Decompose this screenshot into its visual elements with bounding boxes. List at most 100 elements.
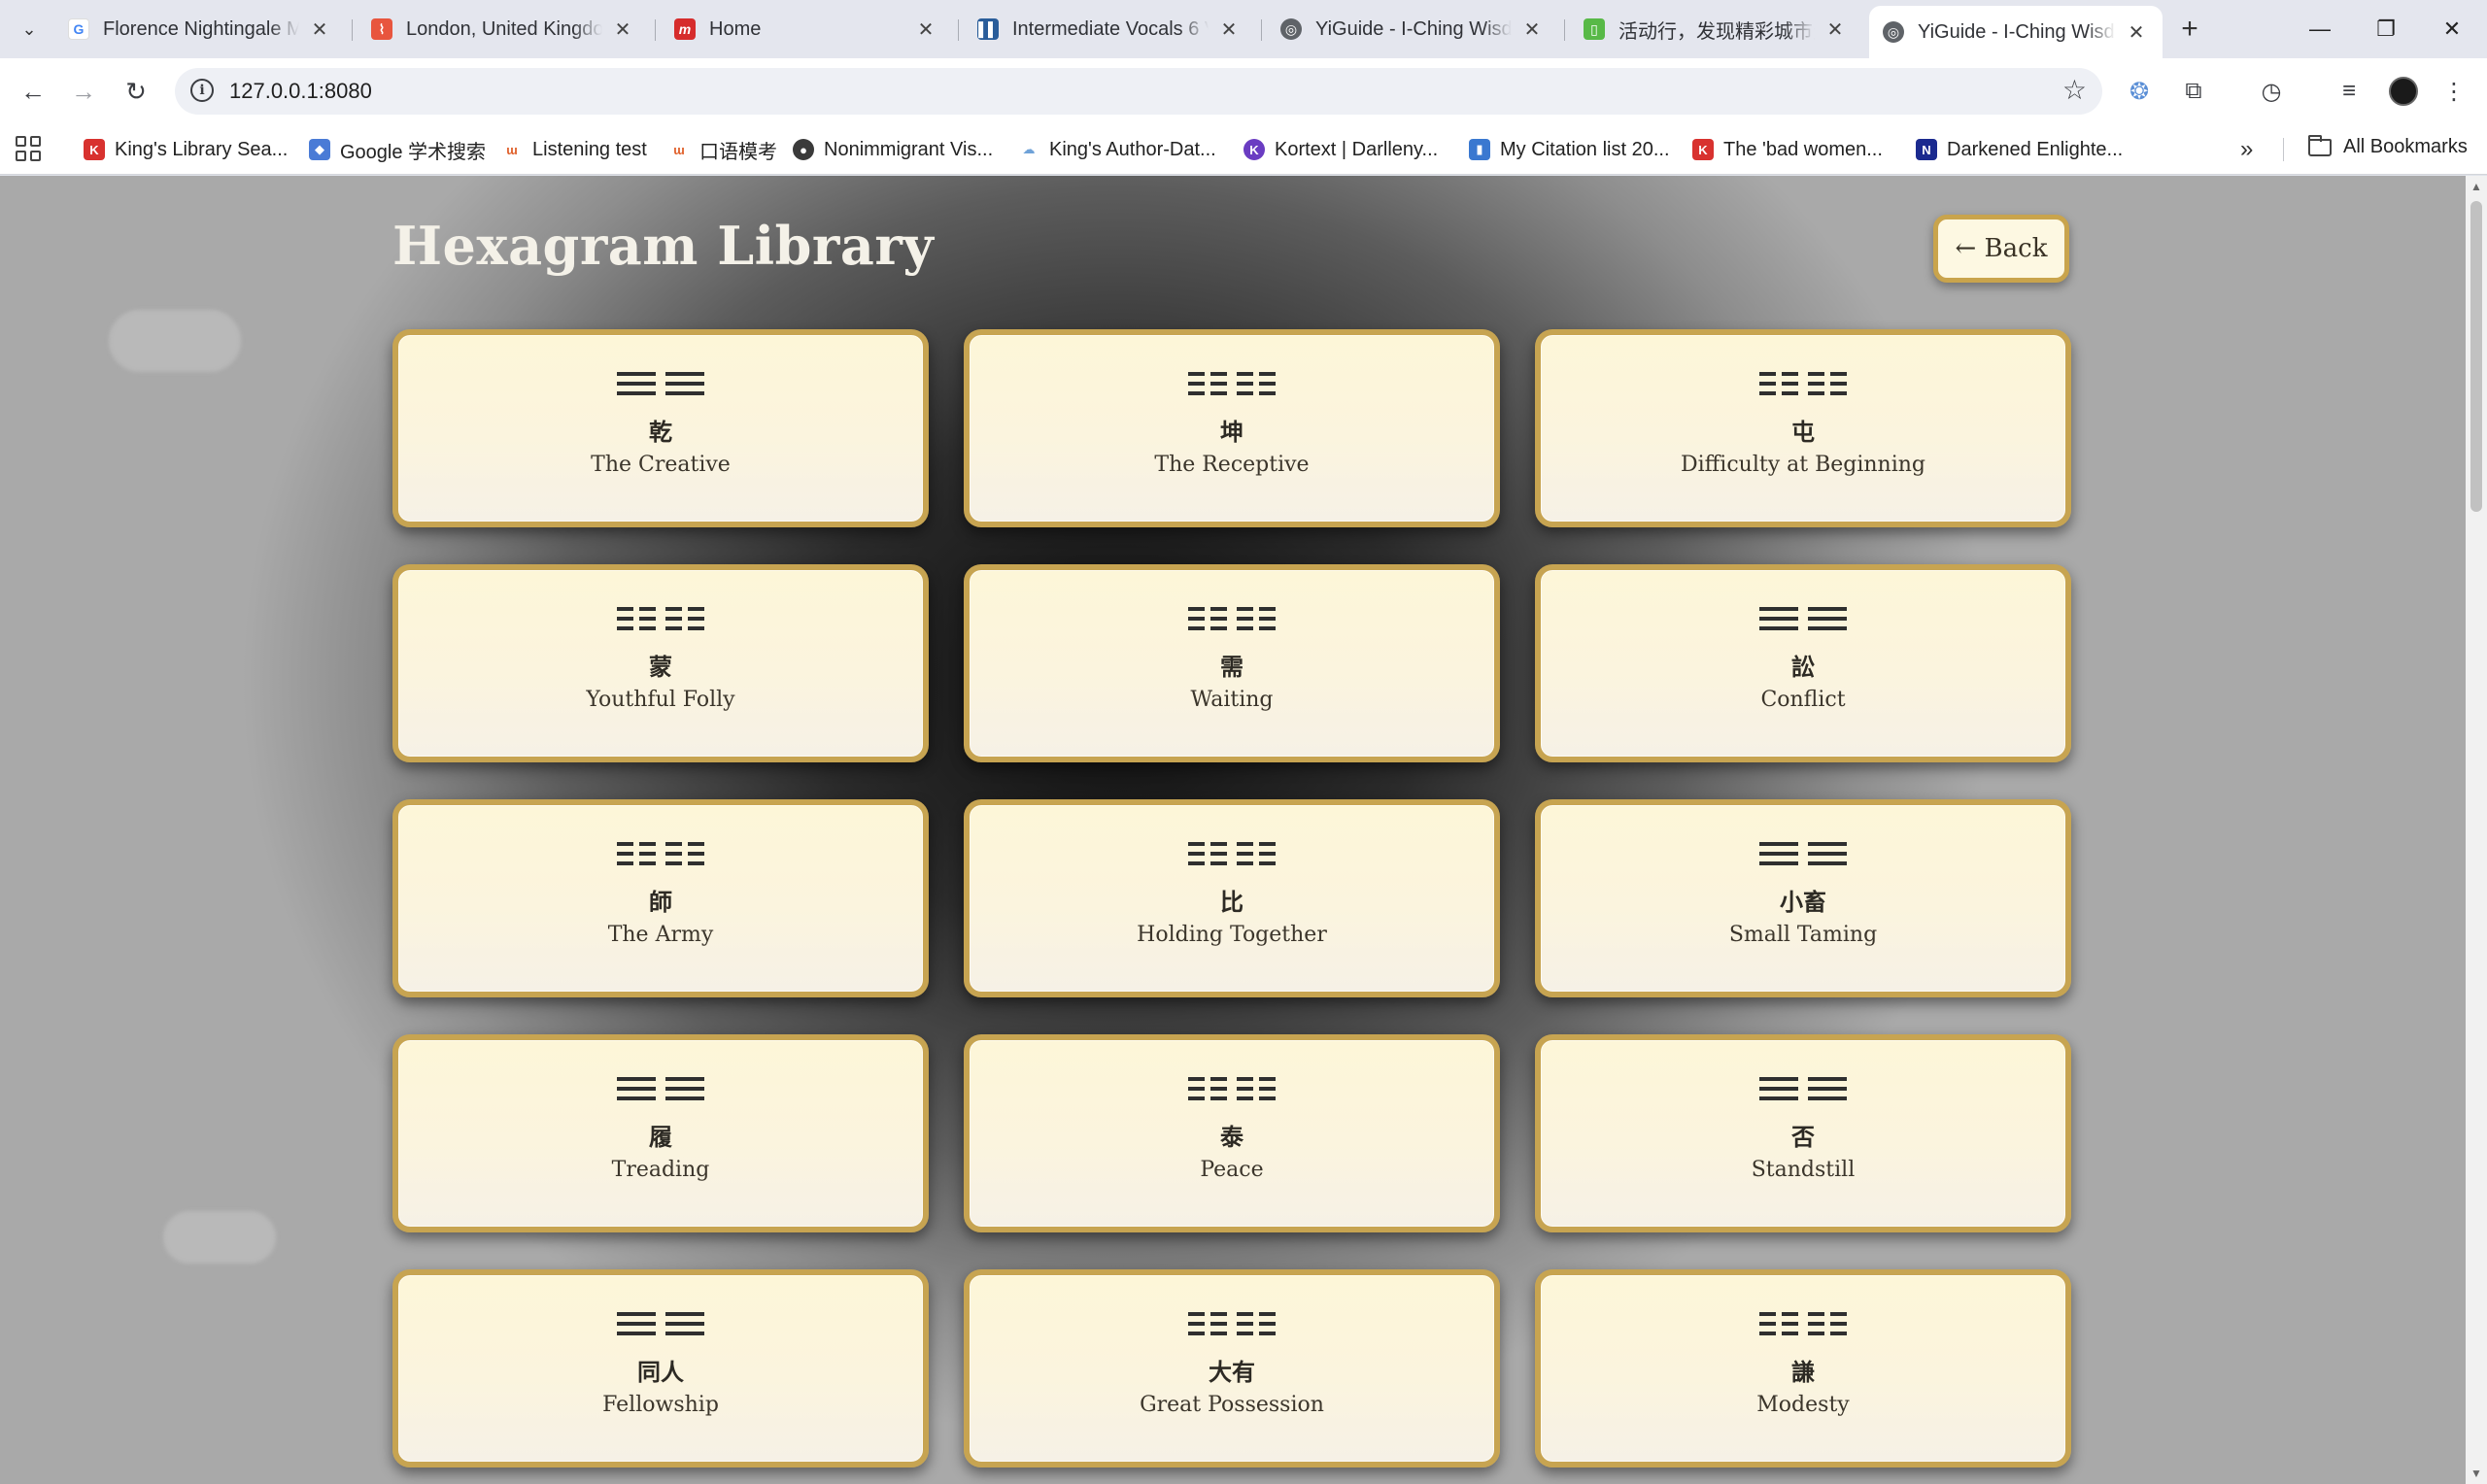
- tab-3[interactable]: m Home ✕: [661, 8, 952, 51]
- hexagram-card[interactable]: 乾 The Creative: [392, 329, 929, 527]
- bookmark-item[interactable]: ɯ 口语模考: [668, 136, 777, 163]
- tab-title: 活动行，发现精彩城市生: [1618, 20, 1815, 43]
- extension-globe-icon[interactable]: ❂: [2122, 74, 2157, 109]
- url-text[interactable]: 127.0.0.1:8080: [229, 79, 372, 104]
- hexagram-english-name: Holding Together: [1137, 923, 1327, 947]
- hexagram-chinese-name: 謙: [1791, 1359, 1815, 1386]
- menu-kebab-icon[interactable]: ⋮: [2436, 74, 2471, 109]
- bookmark-item[interactable]: N Darkened Enlighte...: [1916, 136, 2123, 163]
- address-bar[interactable]: i 127.0.0.1:8080 ☆: [175, 68, 2102, 115]
- hexagram-chinese-name: 屯: [1791, 419, 1815, 446]
- hexagram-card[interactable]: 屯 Difficulty at Beginning: [1535, 329, 2071, 527]
- close-icon[interactable]: ✕: [610, 17, 635, 42]
- close-icon[interactable]: ✕: [1823, 17, 1848, 42]
- hexagram-symbol-icon: [1759, 607, 1847, 630]
- bookmark-item[interactable]: K King's Library Sea...: [84, 136, 288, 163]
- hexagram-english-name: Waiting: [1190, 688, 1274, 712]
- cloud-decoration: [109, 310, 241, 372]
- hexagram-english-name: Fellowship: [602, 1393, 719, 1417]
- hexagram-symbol-icon: [617, 372, 704, 395]
- globe-icon: ◎: [1280, 18, 1302, 40]
- hexagram-english-name: The Receptive: [1154, 453, 1310, 477]
- avatar[interactable]: [2386, 74, 2421, 109]
- page-title: Hexagram Library: [392, 215, 935, 277]
- hexagram-symbol-icon: [1759, 372, 1847, 395]
- bookmark-item[interactable]: K Kortext | Darlleny...: [1244, 136, 1438, 163]
- hexagram-card[interactable]: 蒙 Youthful Folly: [392, 564, 929, 762]
- chevron-double-right-icon[interactable]: »: [2240, 136, 2253, 163]
- back-button[interactable]: ← Back: [1933, 215, 2069, 283]
- bookmark-item[interactable]: ɯ Listening test: [501, 136, 647, 163]
- bookmark-item[interactable]: ☁ King's Author-Dat...: [1018, 136, 1216, 163]
- apps-grid-icon[interactable]: [16, 136, 41, 161]
- close-icon[interactable]: ✕: [913, 17, 938, 42]
- tab-6[interactable]: ▯ 活动行，发现精彩城市生 ✕: [1570, 8, 1861, 51]
- hexagram-chinese-name: 坤: [1220, 419, 1244, 446]
- close-icon[interactable]: ✕: [307, 17, 332, 42]
- close-icon[interactable]: ✕: [1519, 17, 1545, 42]
- hexagram-card[interactable]: 否 Standstill: [1535, 1034, 2071, 1232]
- hexagram-chinese-name: 否: [1791, 1124, 1815, 1151]
- reload-icon[interactable]: ↻: [117, 72, 155, 111]
- hexagram-english-name: The Army: [607, 923, 714, 947]
- tab-title: London, United Kingdo: [406, 17, 602, 40]
- site-info-icon[interactable]: i: [190, 79, 214, 102]
- hexagram-card[interactable]: 小畜 Small Taming: [1535, 799, 2071, 997]
- tab-divider: [1261, 19, 1262, 41]
- hexagram-card[interactable]: 坤 The Receptive: [964, 329, 1500, 527]
- hexagram-card[interactable]: 大有 Great Possession: [964, 1269, 1500, 1467]
- minimize-icon[interactable]: —: [2287, 0, 2353, 58]
- tab-4[interactable]: ▌▌ Intermediate Vocals 6 V ✕: [964, 8, 1255, 51]
- globe-icon: ◎: [1883, 21, 1904, 43]
- bookmark-item[interactable]: ◆ Google 学术搜索: [309, 136, 486, 163]
- hexagram-english-name: Conflict: [1760, 688, 1846, 712]
- tab-title: Florence Nightingale M: [103, 17, 299, 40]
- scroll-down-icon[interactable]: ▼: [2470, 1467, 2482, 1480]
- tab-active[interactable]: ◎ YiGuide - I-Ching Wisd ✕: [1869, 6, 2163, 58]
- hexagram-card[interactable]: 師 The Army: [392, 799, 929, 997]
- scrollbar-thumb[interactable]: [2470, 201, 2482, 512]
- hexagram-grid: 乾 The Creative 坤 The Receptive 屯 Difficulty a…: [392, 329, 2071, 1467]
- hexagram-card[interactable]: 泰 Peace: [964, 1034, 1500, 1232]
- tab-divider: [958, 19, 959, 41]
- back-arrow-icon[interactable]: ←: [14, 72, 52, 111]
- forward-arrow-icon[interactable]: →: [64, 72, 103, 111]
- new-tab-icon[interactable]: +: [2172, 12, 2207, 47]
- media-control-icon[interactable]: ≡: [2332, 74, 2367, 109]
- seal-icon: ●: [793, 139, 814, 160]
- tab-5[interactable]: ◎ YiGuide - I-Ching Wisd ✕: [1267, 8, 1558, 51]
- page-scrollbar[interactable]: ▲ ▼: [2466, 176, 2487, 1484]
- tab-divider: [655, 19, 656, 41]
- tab-search-icon[interactable]: ⌄: [14, 14, 45, 45]
- hexagram-english-name: Great Possession: [1140, 1393, 1324, 1417]
- bookmark-label: Nonimmigrant Vis...: [824, 138, 994, 160]
- close-icon[interactable]: ✕: [2124, 19, 2149, 45]
- hexagram-symbol-icon: [1188, 1312, 1276, 1335]
- page-viewport: Hexagram Library ← Back 乾 The Creative 坤 Th…: [0, 176, 2466, 1484]
- bookmark-favicon-icon: ɯ: [668, 139, 690, 160]
- window-close-icon[interactable]: ✕: [2419, 0, 2485, 58]
- tab-2[interactable]: ⌇ London, United Kingdo ✕: [358, 8, 649, 51]
- bookmark-item[interactable]: ● Nonimmigrant Vis...: [793, 136, 993, 163]
- restore-icon[interactable]: ❐: [2353, 0, 2419, 58]
- scroll-up-icon[interactable]: ▲: [2470, 180, 2482, 193]
- bookmark-item[interactable]: K The 'bad women...: [1692, 136, 1883, 163]
- hexagram-english-name: The Creative: [591, 453, 731, 477]
- bookmark-item[interactable]: ▮ My Citation list 20...: [1469, 136, 1670, 163]
- bookmark-label: The 'bad women...: [1723, 138, 1883, 160]
- hexagram-card[interactable]: 訟 Conflict: [1535, 564, 2071, 762]
- hexagram-card[interactable]: 需 Waiting: [964, 564, 1500, 762]
- hexagram-card[interactable]: 履 Treading: [392, 1034, 929, 1232]
- bookmark-star-icon[interactable]: ☆: [2062, 74, 2087, 106]
- close-icon[interactable]: ✕: [1216, 17, 1242, 42]
- tab-1[interactable]: G Florence Nightingale M ✕: [54, 8, 346, 51]
- hexagram-card[interactable]: 同人 Fellowship: [392, 1269, 929, 1467]
- hexagram-symbol-icon: [1188, 1077, 1276, 1100]
- hexagram-chinese-name: 同人: [637, 1359, 684, 1386]
- extensions-icon[interactable]: ⧉: [2176, 74, 2211, 109]
- scholar-icon: ◆: [309, 139, 330, 160]
- history-icon[interactable]: ◷: [2254, 74, 2289, 109]
- hexagram-card[interactable]: 謙 Modesty: [1535, 1269, 2071, 1467]
- hexagram-card[interactable]: 比 Holding Together: [964, 799, 1500, 997]
- all-bookmarks-button[interactable]: All Bookmarks: [2308, 134, 2468, 158]
